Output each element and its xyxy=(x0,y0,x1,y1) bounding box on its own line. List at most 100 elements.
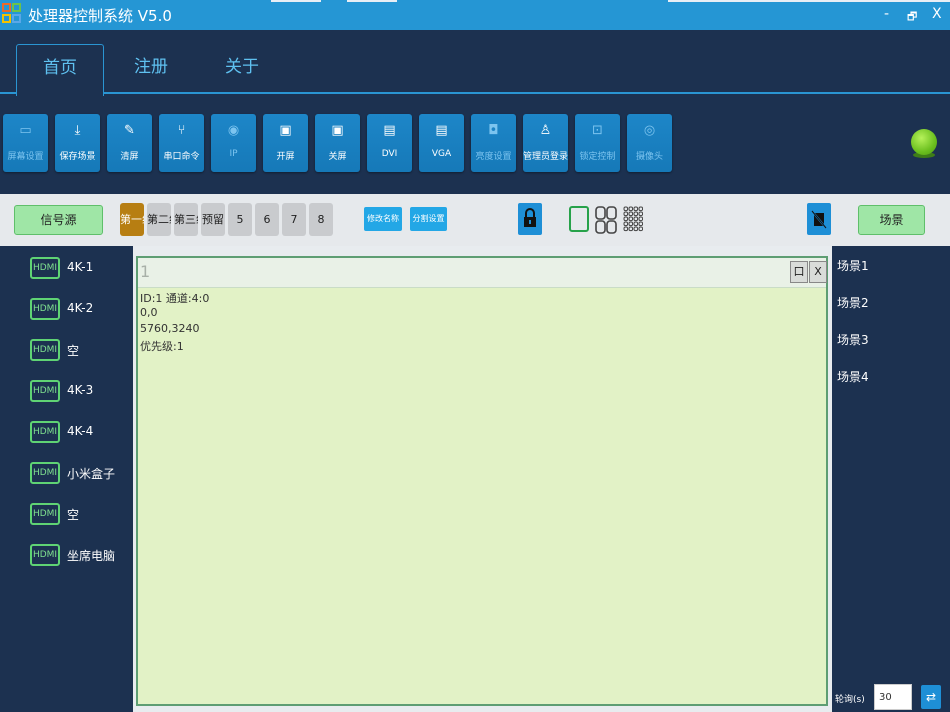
layout-quad-icon xyxy=(595,206,617,234)
layout-single-button[interactable] xyxy=(569,206,589,236)
plug-icon: ⑂ xyxy=(177,123,186,138)
source-name: 小米盒子 xyxy=(67,467,116,481)
title-divider xyxy=(271,0,321,2)
window-close-button[interactable]: X xyxy=(809,261,827,283)
poll-refresh-button[interactable]: ⇄ xyxy=(921,685,941,709)
dvi-icon: ▤ xyxy=(383,123,396,138)
screen-canvas: 1 口 X ID:1 通道:4:0 0,0 5760,3240 优先级:1 xyxy=(133,246,832,712)
toolbar-button-6[interactable]: ▣ 关屏 xyxy=(315,114,360,172)
scene-item[interactable]: 场景4 xyxy=(837,368,869,385)
monitor-icon: ▭ xyxy=(19,123,32,138)
no-signal-button[interactable] xyxy=(807,203,831,235)
scene-item[interactable]: 场景2 xyxy=(837,294,869,311)
group-button-6[interactable]: 6 xyxy=(255,203,279,236)
toolbar-button-7[interactable]: ▤ DVI xyxy=(367,114,412,172)
toolbar: ▭ 屏幕设置 ⤓ 保存场景 ✎ 清屏 ⑂ 串口命令 ◉ IP ▣ 开屏 ▣ 关屏 ▤ DVI ▤ VGA ◘ 亮度设置… xyxy=(0,96,950,194)
group-button-7[interactable]: 7 xyxy=(282,203,306,236)
toolbar-button-label: VGA xyxy=(431,149,452,159)
toolbar-button-4[interactable]: ◉ IP xyxy=(211,114,256,172)
camera-icon: ◎ xyxy=(643,123,656,138)
toolbar-button-label: 清屏 xyxy=(120,152,139,162)
tab-register[interactable]: 注册 xyxy=(107,44,195,94)
window-size: 5760,3240 xyxy=(140,322,200,335)
no-signal-icon xyxy=(811,210,827,229)
title-bar: 处理器控制系统 V5.0 - 🗗 X xyxy=(0,0,950,30)
toolbar-button-5[interactable]: ▣ 开屏 xyxy=(263,114,308,172)
toolbar-button-label: 保存场景 xyxy=(59,152,96,162)
toolbar-button-label: 串口命令 xyxy=(163,152,200,162)
broom-icon: ✎ xyxy=(124,123,135,138)
group-button-8[interactable]: 8 xyxy=(309,203,333,236)
rename-button[interactable]: 修改名称 xyxy=(364,207,402,231)
lock-icon xyxy=(524,208,536,227)
toolbar-button-label: 亮度设置 xyxy=(475,152,512,162)
scene-button[interactable]: 场景 xyxy=(858,205,925,235)
window-pin-button[interactable]: 口 xyxy=(790,261,808,283)
toolbar-button-1[interactable]: ⤓ 保存场景 xyxy=(55,114,100,172)
tab-about[interactable]: 关于 xyxy=(198,44,286,94)
group-button-4[interactable]: 预留 xyxy=(201,203,225,236)
hdmi-icon: HDMI xyxy=(30,339,60,361)
toolbar-button-2[interactable]: ✎ 清屏 xyxy=(107,114,152,172)
source-name: 4K-2 xyxy=(67,301,94,315)
window-position: 0,0 xyxy=(140,306,158,319)
status-indicator-icon xyxy=(911,129,937,155)
toolbar-button-12[interactable]: ◎ 摄像头 xyxy=(627,114,672,172)
app-title: 处理器控制系统 V5.0 xyxy=(28,7,172,25)
tab-bar: 首页 注册 关于 xyxy=(0,30,950,96)
window-header[interactable]: 1 口 X xyxy=(138,258,827,288)
vga-icon: ▤ xyxy=(435,123,448,138)
layout-quad-button[interactable] xyxy=(595,206,617,238)
layout-grid-icon xyxy=(623,206,644,232)
brightness-icon: ◘ xyxy=(488,123,499,138)
toolbar-button-label: 管理员登录 xyxy=(523,152,569,162)
hdmi-icon: HDMI xyxy=(30,380,60,402)
source-name: 4K-3 xyxy=(67,383,94,397)
signal-source-button[interactable]: 信号源 xyxy=(14,205,103,235)
lock-button[interactable] xyxy=(518,203,542,235)
video-window[interactable]: 1 口 X ID:1 通道:4:0 0,0 5760,3240 优先级:1 xyxy=(136,256,828,706)
hdmi-icon: HDMI xyxy=(30,503,60,525)
source-name: 4K-4 xyxy=(67,424,94,438)
close-button[interactable]: X xyxy=(932,6,942,22)
toolbar-button-label: 关屏 xyxy=(328,152,347,162)
layout-single-icon xyxy=(569,206,589,232)
save-icon: ⤓ xyxy=(74,123,81,138)
source-name: 4K-1 xyxy=(67,260,94,274)
poll-label: 轮询(s) xyxy=(835,695,865,705)
split-settings-button[interactable]: 分割设置 xyxy=(410,207,447,231)
poll-interval-input[interactable] xyxy=(874,684,912,710)
hdmi-icon: HDMI xyxy=(30,257,60,279)
control-bar: 信号源 修改名称 分割设置 场景 第一组第二组第三组预留5678 xyxy=(0,194,950,246)
restore-button[interactable]: 🗗 xyxy=(907,8,917,27)
hdmi-icon: HDMI xyxy=(30,462,60,484)
minimize-button[interactable]: - xyxy=(884,6,889,22)
toolbar-button-0[interactable]: ▭ 屏幕设置 xyxy=(3,114,48,172)
source-name: 空 xyxy=(67,344,80,358)
lock-icon: ⊡ xyxy=(592,123,603,138)
screen-off-icon: ▣ xyxy=(331,123,344,138)
hdmi-icon: HDMI xyxy=(30,544,60,566)
toolbar-button-10[interactable]: ♙ 管理员登录 xyxy=(523,114,568,172)
layout-grid-button[interactable] xyxy=(623,206,644,236)
toolbar-button-label: 锁定控制 xyxy=(579,152,616,162)
screen-on-icon: ▣ xyxy=(279,123,292,138)
scene-item[interactable]: 场景3 xyxy=(837,331,869,348)
group-button-5[interactable]: 5 xyxy=(228,203,252,236)
window-id-channel: ID:1 通道:4:0 xyxy=(140,292,210,305)
scene-item[interactable]: 场景1 xyxy=(837,257,869,274)
toolbar-button-3[interactable]: ⑂ 串口命令 xyxy=(159,114,204,172)
hdmi-icon: HDMI xyxy=(30,421,60,443)
tab-home[interactable]: 首页 xyxy=(16,44,104,96)
ip-icon: ◉ xyxy=(227,123,240,138)
source-name: 空 xyxy=(67,508,80,522)
group-button-2[interactable]: 第二组 xyxy=(147,203,171,236)
toolbar-button-11[interactable]: ⊡ 锁定控制 xyxy=(575,114,620,172)
toolbar-button-9[interactable]: ◘ 亮度设置 xyxy=(471,114,516,172)
toolbar-button-label: DVI xyxy=(381,149,398,159)
toolbar-button-8[interactable]: ▤ VGA xyxy=(419,114,464,172)
window-priority: 优先级:1 xyxy=(140,340,184,353)
group-button-1[interactable]: 第一组 xyxy=(120,203,144,236)
hdmi-icon: HDMI xyxy=(30,298,60,320)
group-button-3[interactable]: 第三组 xyxy=(174,203,198,236)
